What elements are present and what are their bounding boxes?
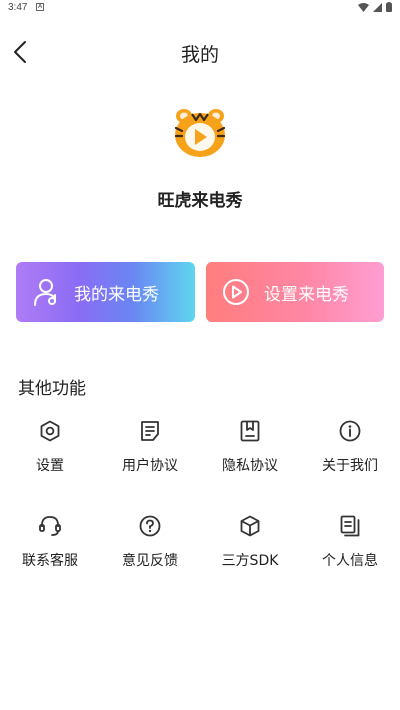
grid-label: 个人信息 <box>322 553 378 569</box>
grid-label: 联系客服 <box>22 553 78 569</box>
headset-icon <box>38 514 62 538</box>
person-icon <box>32 278 60 306</box>
battery-icon <box>386 2 392 12</box>
status-icons <box>358 2 392 12</box>
files-icon <box>338 514 362 538</box>
grid-item-personal-info[interactable]: 个人信息 <box>300 514 400 594</box>
section-title: 其他功能 <box>18 379 86 399</box>
grid-item-user-agreement[interactable]: 用户协议 <box>100 419 200 499</box>
status-time: 3:47 <box>8 2 28 13</box>
grid-label: 意见反馈 <box>122 553 178 569</box>
grid-label: 关于我们 <box>322 458 378 474</box>
grid-item-third-party-sdk[interactable]: 三方SDK <box>200 514 300 594</box>
cube-icon <box>238 514 262 538</box>
page-title: 我的 <box>180 44 219 66</box>
signal-icon <box>373 2 382 12</box>
wifi-icon <box>358 2 369 12</box>
header: 我的 <box>0 30 400 74</box>
grid-item-customer-service[interactable]: 联系客服 <box>0 514 100 594</box>
grid-item-about[interactable]: 关于我们 <box>300 419 400 499</box>
bookmark-doc-icon <box>238 419 262 443</box>
document-icon <box>138 419 162 443</box>
question-icon <box>138 514 162 538</box>
notification-icon: A <box>36 3 44 11</box>
grid-item-settings[interactable]: 设置 <box>0 419 100 499</box>
settings-hexagon-icon <box>38 419 62 443</box>
grid-item-privacy[interactable]: 隐私协议 <box>200 419 300 499</box>
grid-label: 用户协议 <box>122 458 178 474</box>
grid-item-feedback[interactable]: 意见反馈 <box>100 514 200 594</box>
app-name: 旺虎来电秀 <box>157 191 243 211</box>
set-ringtone-label: 设置来电秀 <box>264 284 349 305</box>
grid-label: 隐私协议 <box>222 458 278 474</box>
info-icon <box>338 419 362 443</box>
set-ringtone-card[interactable]: 设置来电秀 <box>206 262 384 322</box>
play-circle-icon <box>222 278 250 306</box>
grid-label: 三方SDK <box>221 553 279 569</box>
my-ringtone-label: 我的来电秀 <box>74 284 159 305</box>
status-bar: 3:47 A <box>0 0 400 16</box>
my-ringtone-card[interactable]: 我的来电秀 <box>16 262 195 322</box>
grid-label: 设置 <box>36 458 64 474</box>
tiger-logo-icon <box>174 109 226 157</box>
